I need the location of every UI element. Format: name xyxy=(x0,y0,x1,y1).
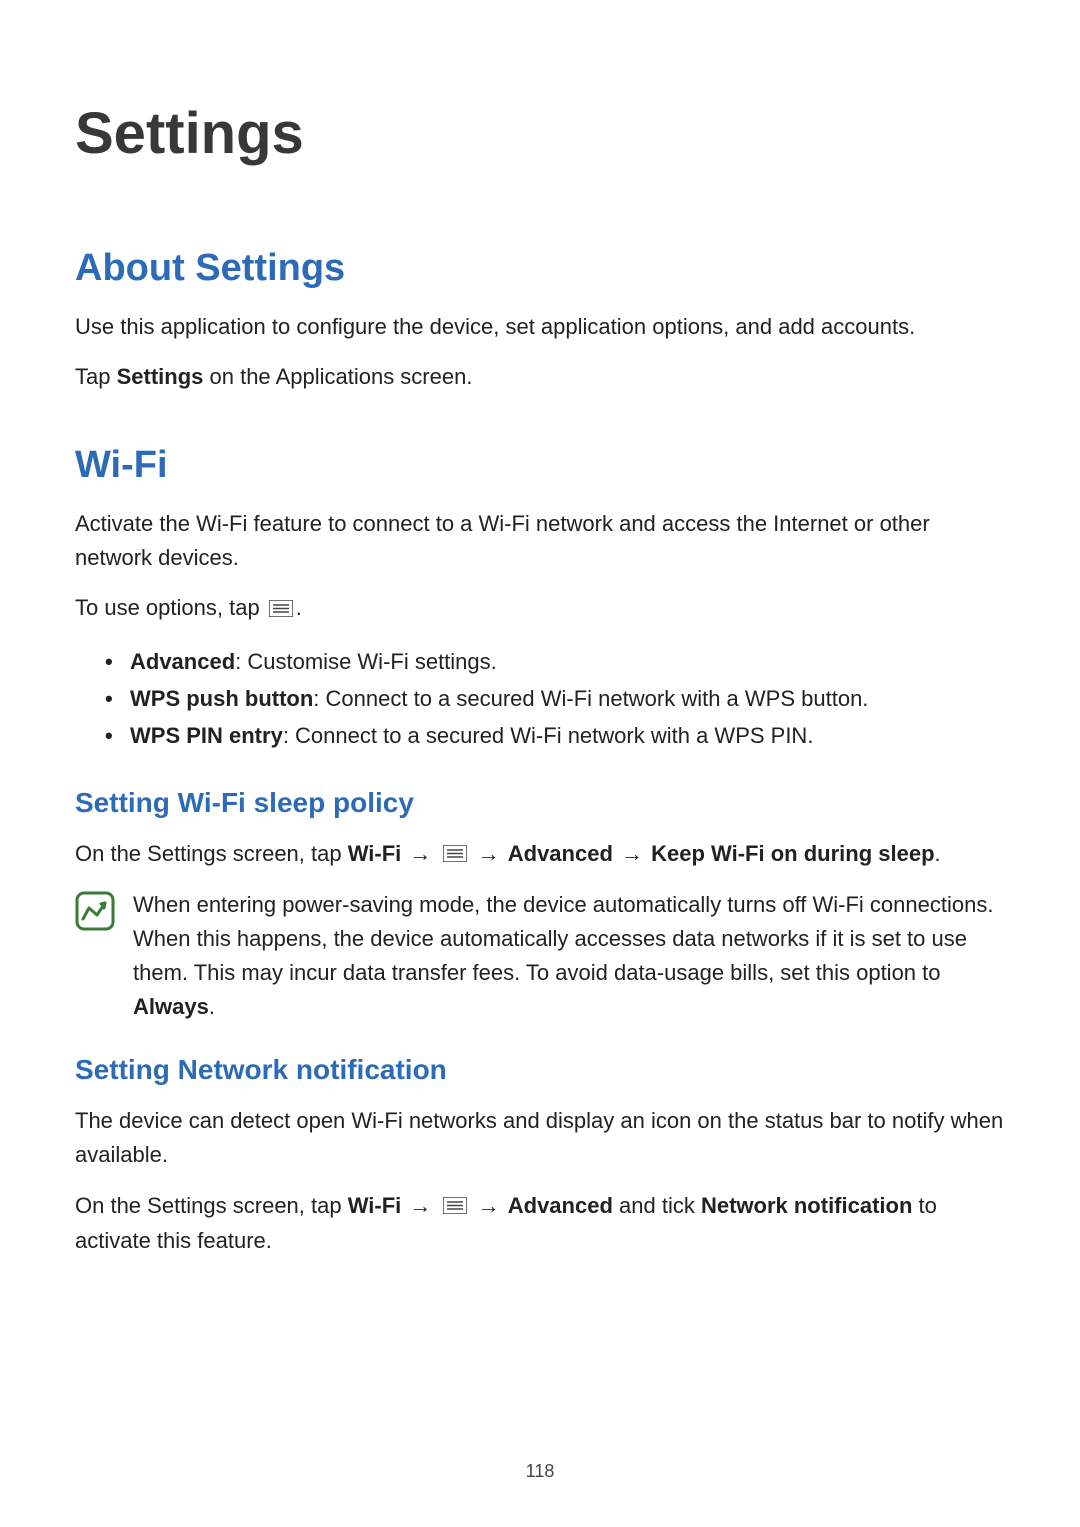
about-text-1: Use this application to configure the de… xyxy=(75,310,1005,344)
wifi-intro: Activate the Wi-Fi feature to connect to… xyxy=(75,507,1005,575)
option-desc: : Connect to a secured Wi-Fi network wit… xyxy=(283,723,814,748)
network-prefix: On the Settings screen, tap xyxy=(75,1193,348,1218)
wifi-heading: Wi-Fi xyxy=(75,444,1005,487)
wifi-options-list: Advanced: Customise Wi-Fi settings. WPS … xyxy=(75,643,1005,755)
path-network-notification: Network notification xyxy=(701,1193,912,1218)
path-keep-wifi: Keep Wi-Fi on during sleep xyxy=(651,841,934,866)
menu-icon xyxy=(443,1190,467,1224)
sleep-prefix: On the Settings screen, tap xyxy=(75,841,348,866)
note-text: When entering power-saving mode, the dev… xyxy=(133,888,1005,1024)
page-number: 118 xyxy=(0,1461,1080,1482)
note-always: Always xyxy=(133,994,209,1019)
arrow-icon: → xyxy=(470,841,508,866)
note-part2: . xyxy=(209,994,215,1019)
wifi-options-line: To use options, tap . xyxy=(75,591,1005,626)
arrow-icon: → xyxy=(401,841,439,866)
path-advanced: Advanced xyxy=(508,1193,613,1218)
wifi-options-prefix: To use options, tap xyxy=(75,595,266,620)
about-line2-prefix: Tap xyxy=(75,364,117,389)
option-label: WPS push button xyxy=(130,686,313,711)
sleep-policy-path: On the Settings screen, tap Wi-Fi → → Ad… xyxy=(75,837,1005,872)
list-item: Advanced: Customise Wi-Fi settings. xyxy=(105,643,1005,680)
page-title: Settings xyxy=(75,100,1005,167)
network-notification-intro: The device can detect open Wi-Fi network… xyxy=(75,1104,1005,1172)
option-label: WPS PIN entry xyxy=(130,723,283,748)
note-box: When entering power-saving mode, the dev… xyxy=(75,888,1005,1024)
about-settings-heading: About Settings xyxy=(75,247,1005,290)
option-desc: : Connect to a secured Wi-Fi network wit… xyxy=(313,686,868,711)
network-mid: and tick xyxy=(613,1193,701,1218)
network-notification-heading: Setting Network notification xyxy=(75,1054,1005,1086)
about-settings-label: Settings xyxy=(117,364,204,389)
network-notification-path: On the Settings screen, tap Wi-Fi → → Ad… xyxy=(75,1189,1005,1258)
path-advanced: Advanced xyxy=(508,841,613,866)
list-item: WPS PIN entry: Connect to a secured Wi-F… xyxy=(105,717,1005,754)
wifi-options-suffix: . xyxy=(296,595,302,620)
arrow-icon: → xyxy=(470,1193,508,1218)
note-icon xyxy=(75,891,115,936)
note-part1: When entering power-saving mode, the dev… xyxy=(133,892,993,985)
option-label: Advanced xyxy=(130,649,235,674)
arrow-icon: → xyxy=(613,841,651,866)
arrow-icon: → xyxy=(401,1193,439,1218)
sleep-policy-heading: Setting Wi-Fi sleep policy xyxy=(75,787,1005,819)
sleep-suffix: . xyxy=(935,841,941,866)
about-text-2: Tap Settings on the Applications screen. xyxy=(75,360,1005,394)
list-item: WPS push button: Connect to a secured Wi… xyxy=(105,680,1005,717)
menu-icon xyxy=(443,838,467,872)
path-wifi: Wi-Fi xyxy=(348,1193,402,1218)
option-desc: : Customise Wi-Fi settings. xyxy=(235,649,497,674)
path-wifi: Wi-Fi xyxy=(348,841,402,866)
menu-icon xyxy=(269,593,293,627)
about-line2-suffix: on the Applications screen. xyxy=(203,364,472,389)
